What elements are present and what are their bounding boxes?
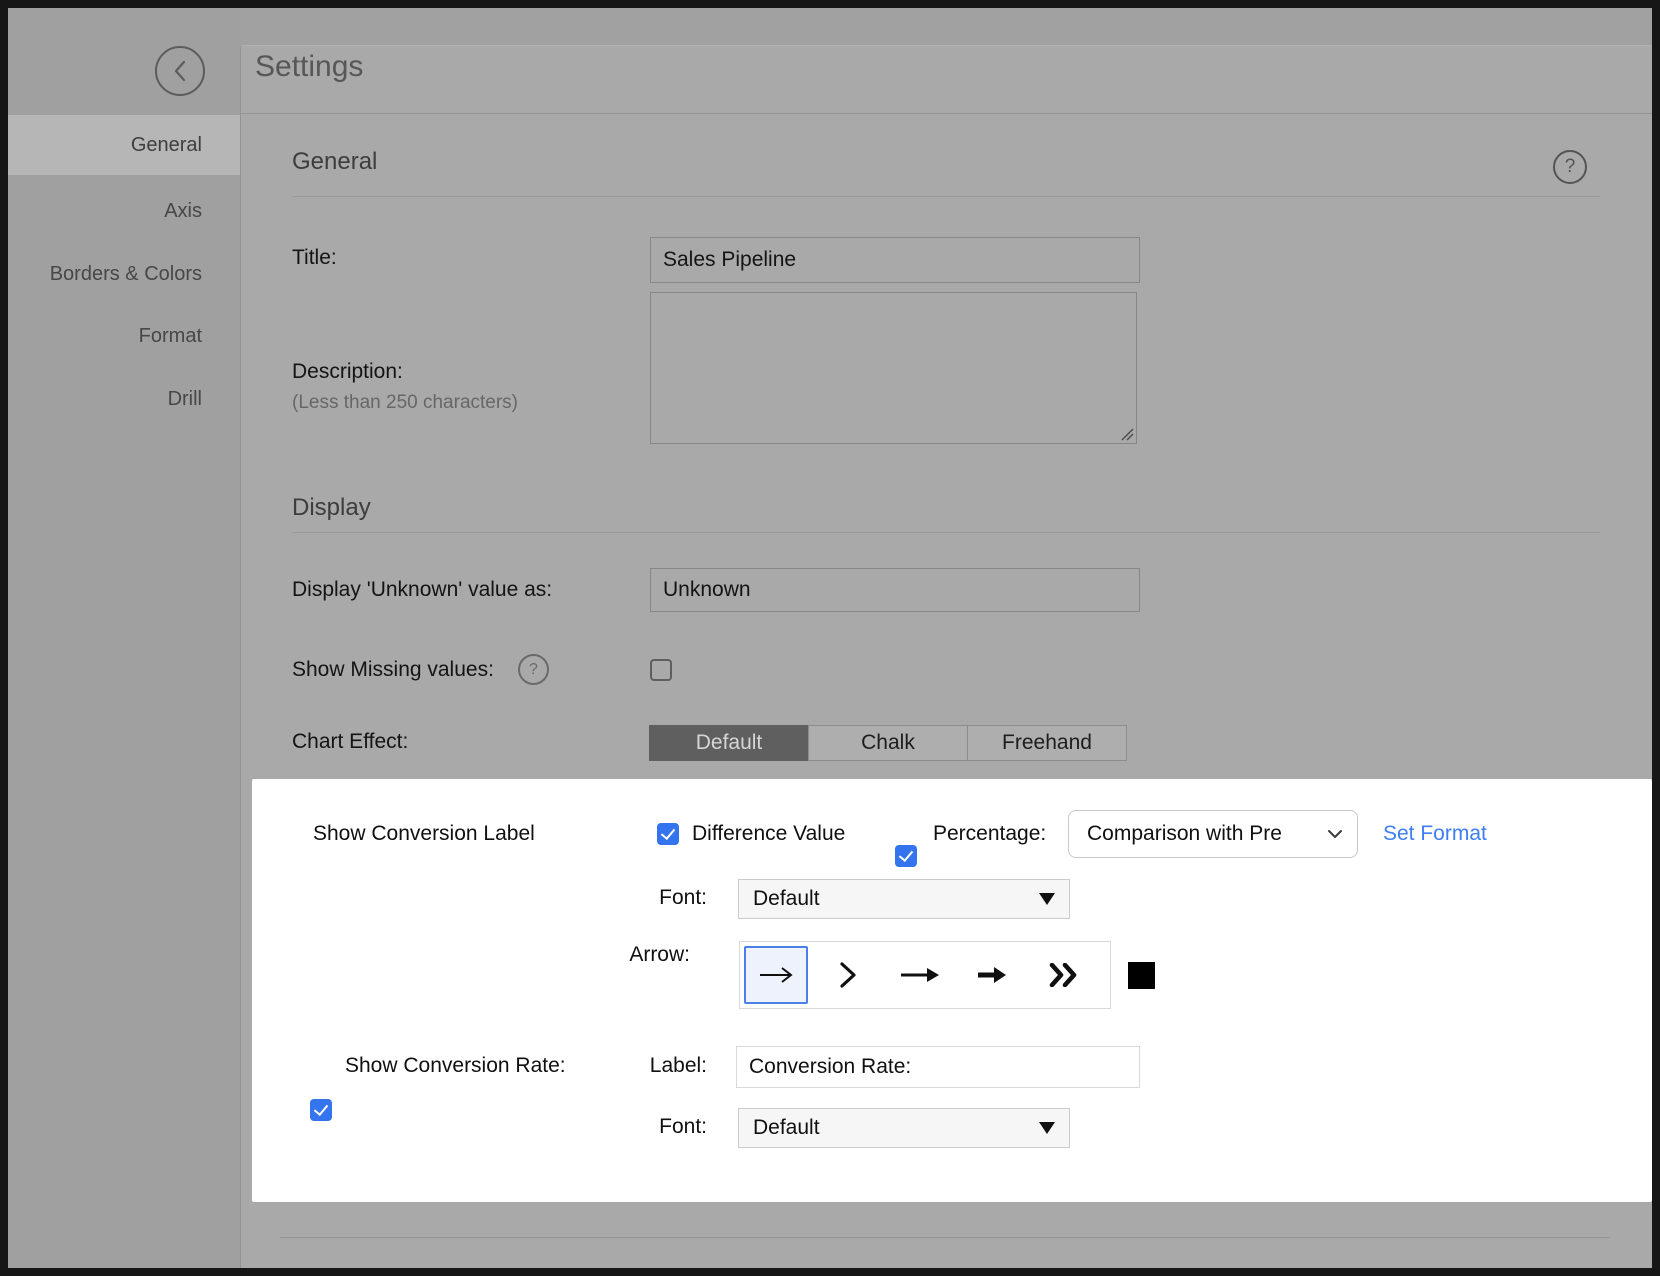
sidebar-item-format[interactable]: Format: [8, 306, 240, 366]
chart-effect-label: Chart Effect:: [292, 730, 408, 754]
description-note: (Less than 250 characters): [292, 392, 518, 414]
double-chevron-icon: [1049, 963, 1079, 987]
bottom-divider: [280, 1237, 1610, 1238]
arrow-option-double-chevron[interactable]: [1028, 943, 1100, 1007]
missing-values-help-icon[interactable]: ?: [518, 654, 549, 685]
unknown-value-label: Display 'Unknown' value as:: [292, 578, 552, 602]
chart-effect-option-default[interactable]: Default: [649, 725, 809, 761]
unknown-value: Unknown: [663, 578, 751, 602]
thin-arrow-icon: [758, 965, 794, 985]
difference-value-label: Difference Value: [692, 822, 845, 846]
font-select[interactable]: Default: [738, 879, 1070, 919]
bold-short-arrow-icon: [977, 966, 1007, 984]
title-value: Sales Pipeline: [663, 248, 796, 272]
unknown-value-input[interactable]: Unknown: [650, 568, 1140, 612]
display-divider: [292, 532, 1600, 533]
font-value: Default: [753, 887, 1039, 911]
sidebar-item-general[interactable]: General: [8, 115, 240, 175]
percentage-format-select[interactable]: Comparison with Pre: [1068, 810, 1358, 858]
rate-font-value: Default: [753, 1116, 1039, 1140]
arrow-option-chevron[interactable]: [812, 943, 884, 1007]
sidebar-item-borders-colors[interactable]: Borders & Colors: [8, 244, 240, 304]
missing-values-checkbox[interactable]: [650, 659, 672, 681]
display-section-heading: Display: [292, 494, 371, 522]
missing-values-label: Show Missing values:: [292, 658, 494, 682]
general-divider: [292, 196, 1600, 197]
arrow-option-selected-tile: [744, 946, 808, 1004]
title-label: Title:: [292, 246, 337, 270]
show-conversion-rate-label: Show Conversion Rate:: [345, 1054, 566, 1078]
long-solid-arrow-icon: [900, 966, 940, 984]
chevron-down-icon: [1327, 829, 1343, 839]
dropdown-arrow-icon: [1039, 1122, 1055, 1134]
rate-font-label: Font:: [607, 1115, 707, 1139]
arrow-style-picker: [739, 941, 1111, 1009]
description-label: Description:: [292, 360, 403, 384]
percentage-label: Percentage:: [933, 822, 1046, 846]
arrow-option-long-solid-arrow[interactable]: [884, 943, 956, 1007]
chevron-left-icon: [173, 60, 187, 82]
back-button[interactable]: [155, 46, 205, 96]
chart-effect-option-freehand[interactable]: Freehand: [967, 725, 1127, 761]
dropdown-arrow-icon: [1039, 893, 1055, 905]
set-format-link[interactable]: Set Format: [1383, 822, 1487, 846]
chart-effect-toggle: Default Chalk Freehand: [650, 725, 1127, 761]
help-icon[interactable]: ?: [1553, 150, 1587, 184]
rate-label-value: Conversion Rate:: [749, 1055, 911, 1079]
font-label: Font:: [607, 886, 707, 910]
rate-font-select[interactable]: Default: [738, 1108, 1070, 1148]
rate-label-label: Label:: [607, 1054, 707, 1078]
arrow-color-swatch[interactable]: [1128, 962, 1155, 989]
page-title: Settings: [255, 50, 363, 84]
question-mark-glyph: ?: [1565, 156, 1576, 178]
show-conversion-label-text: Show Conversion Label: [313, 822, 535, 846]
question-mark-glyph: ?: [529, 661, 538, 679]
title-input[interactable]: Sales Pipeline: [650, 237, 1140, 283]
percentage-checkbox[interactable]: [895, 845, 917, 867]
sidebar-item-axis[interactable]: Axis: [8, 181, 240, 241]
settings-header: [240, 45, 1652, 114]
chart-effect-option-chalk[interactable]: Chalk: [808, 725, 968, 761]
difference-value-checkbox[interactable]: [657, 823, 679, 845]
resize-handle-icon[interactable]: [1118, 425, 1134, 441]
chevron-icon: [839, 962, 857, 988]
general-section-heading: General: [292, 148, 377, 176]
rate-label-input[interactable]: Conversion Rate:: [736, 1046, 1140, 1088]
arrow-option-thin-arrow[interactable]: [740, 943, 812, 1007]
show-conversion-rate-checkbox[interactable]: [310, 1099, 332, 1121]
arrow-option-bold-short-arrow[interactable]: [956, 943, 1028, 1007]
percentage-format-value: Comparison with Pre: [1087, 822, 1327, 846]
arrow-label: Arrow:: [590, 943, 690, 967]
sidebar-item-drill[interactable]: Drill: [8, 369, 240, 429]
description-textarea[interactable]: [650, 292, 1137, 444]
conversion-settings-spotlight: Show Conversion Label Difference Value P…: [252, 779, 1652, 1202]
